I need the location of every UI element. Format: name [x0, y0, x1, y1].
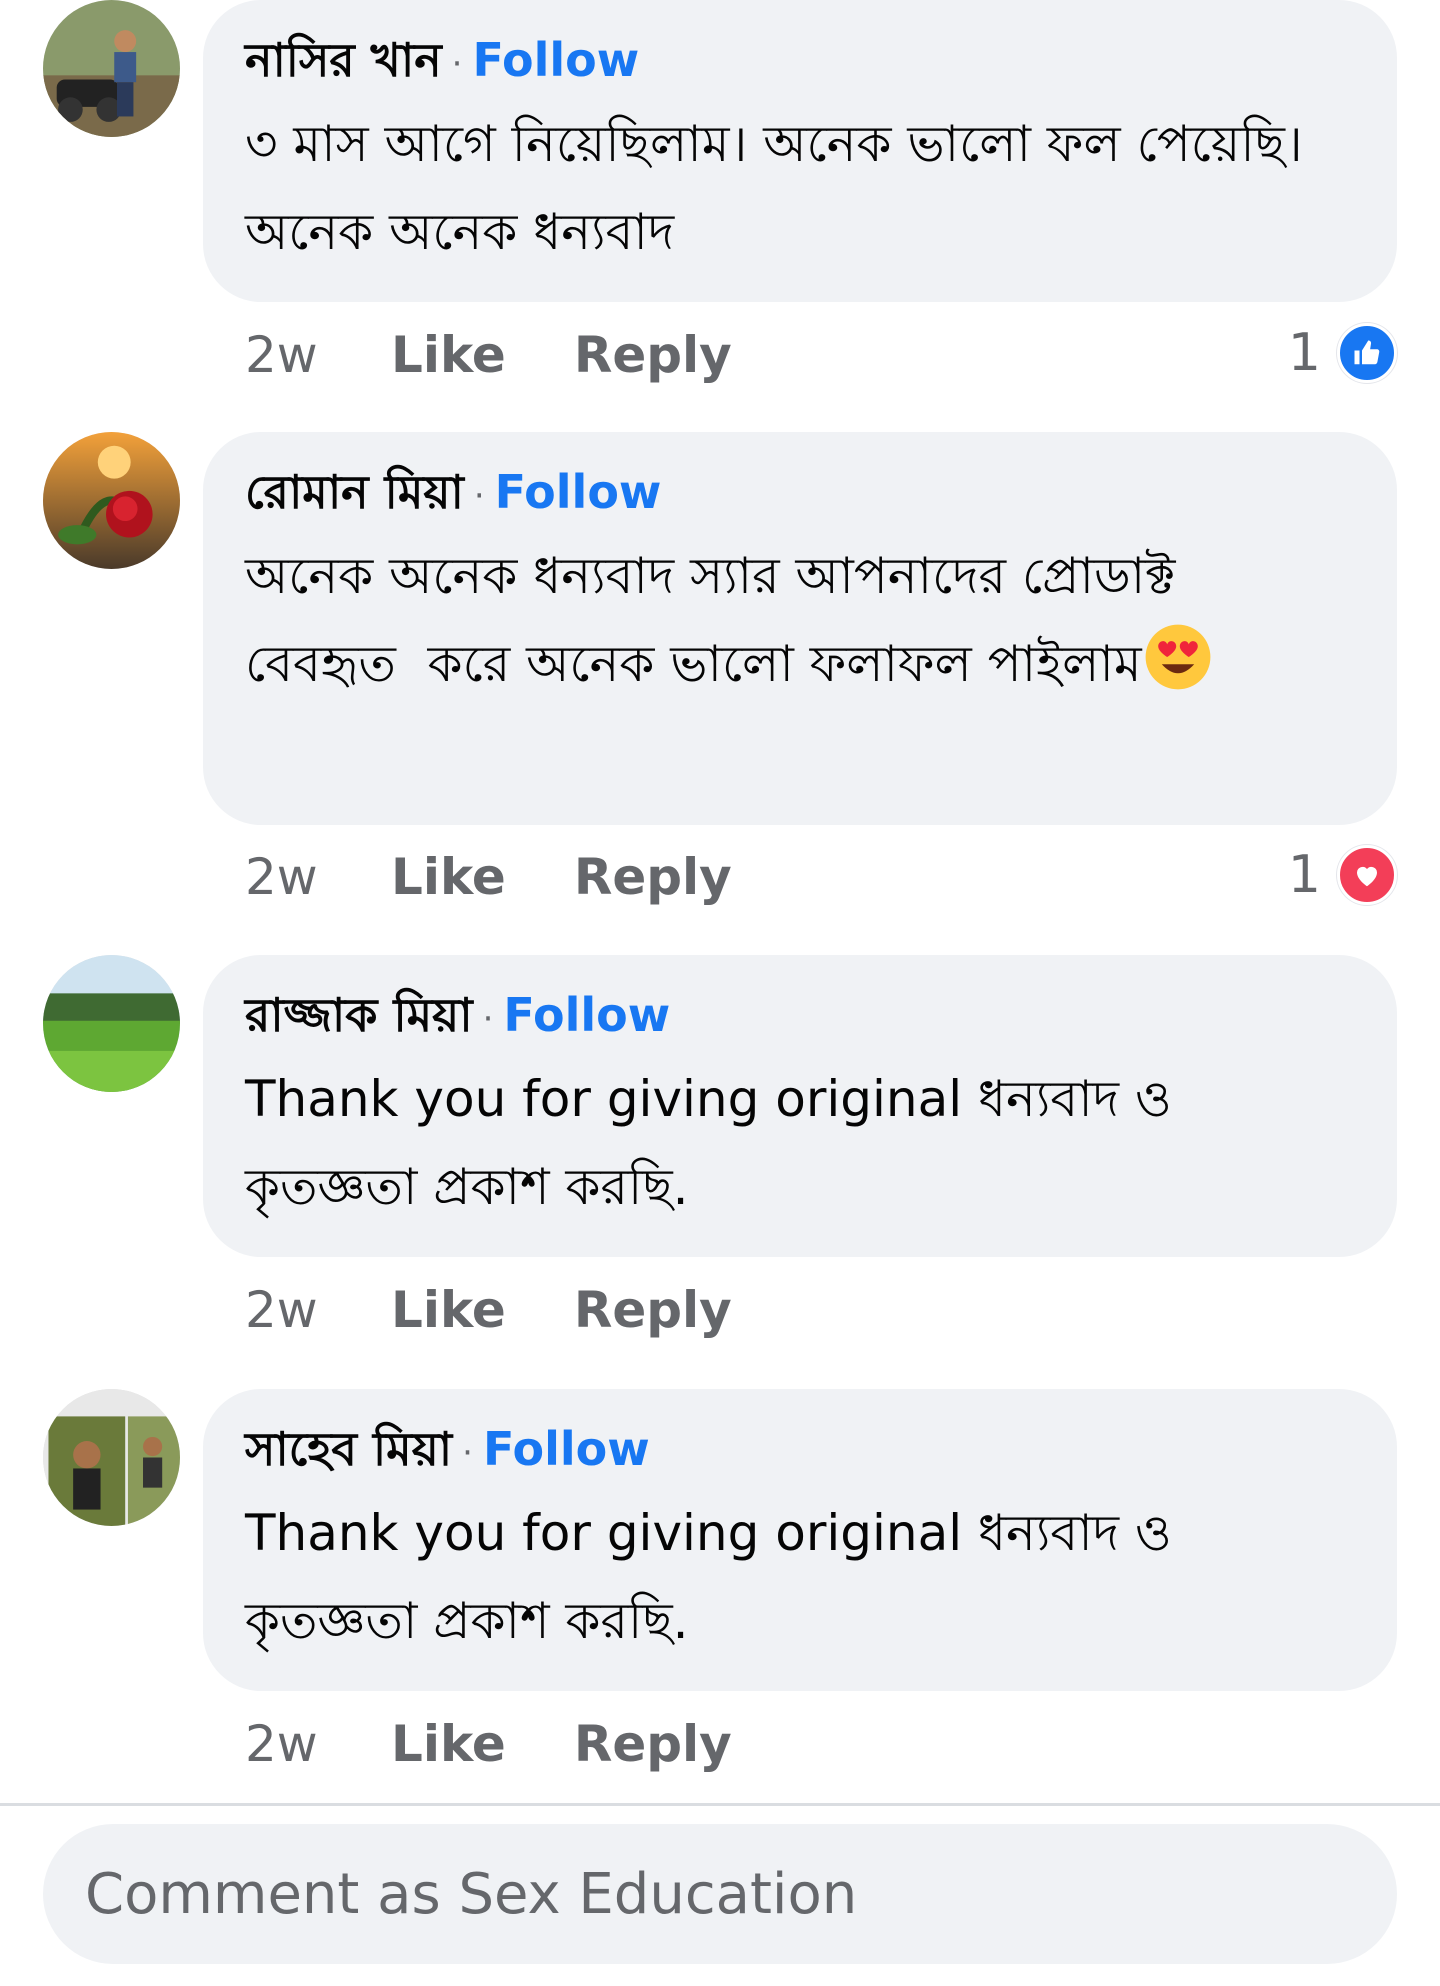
comment-header: রোমান মিয়া · Follow — [245, 460, 1355, 528]
reaction-count: 1 — [1287, 845, 1321, 905]
reply-button[interactable]: Reply — [574, 320, 732, 390]
comment-text: Thank you for giving original ধন্যবাদ ও … — [245, 1069, 1188, 1216]
comment-time[interactable]: 2w — [245, 1709, 391, 1779]
comment-text-body: অনেক অনেক ধন্যবাদ স্যার আপনাদের প্রোডাক্… — [245, 546, 1208, 693]
like-icon — [1337, 323, 1397, 383]
comment-header: রাজ্জাক মিয়া · Follow — [245, 983, 1355, 1051]
separator-dot: · — [473, 475, 485, 516]
follow-button[interactable]: Follow — [503, 988, 670, 1042]
avatar[interactable] — [43, 432, 180, 569]
comment-time[interactable]: 2w — [245, 1275, 391, 1345]
comment-text: অনেক অনেক ধন্যবাদ স্যার আপনাদের প্রোডাক্… — [245, 532, 1355, 720]
reply-button[interactable]: Reply — [574, 1275, 732, 1345]
comment-bubble: সাহেব মিয়া · Follow Thank you for giving … — [203, 1389, 1397, 1691]
comment-bubble: রাজ্জাক মিয়া · Follow Thank you for givin… — [203, 955, 1397, 1257]
love-icon — [1337, 845, 1397, 905]
reply-button[interactable]: Reply — [574, 1709, 732, 1779]
author-name[interactable]: নাসির খান — [245, 33, 442, 87]
follow-button[interactable]: Follow — [495, 465, 662, 519]
comment-time[interactable]: 2w — [245, 842, 391, 912]
comment-actions: 2w Like Reply — [245, 842, 800, 912]
follow-button[interactable]: Follow — [483, 1422, 650, 1476]
comment-input-placeholder: Comment as Sex Education — [85, 1861, 858, 1927]
comment-bubble: নাসির খান · Follow ৩ মাস আগে নিয়েছিলাম। অ… — [203, 0, 1397, 302]
heart-eyes-emoji — [1142, 621, 1214, 720]
author-name[interactable]: সাহেব মিয়া — [245, 1422, 452, 1476]
comment-input[interactable]: Comment as Sex Education — [43, 1824, 1397, 1964]
author-name[interactable]: রাজ্জাক মিয়া — [245, 988, 473, 1042]
comment-actions: 2w Like Reply — [245, 320, 800, 390]
divider — [0, 1803, 1440, 1806]
reaction-summary[interactable]: 1 — [1288, 318, 1397, 388]
comment-time[interactable]: 2w — [245, 320, 391, 390]
like-button[interactable]: Like — [391, 1709, 506, 1779]
avatar[interactable] — [43, 955, 180, 1092]
comment-actions: 2w Like Reply — [245, 1275, 800, 1345]
avatar-image — [43, 432, 180, 569]
comment-bubble: রোমান মিয়া · Follow অনেক অনেক ধন্যবাদ স্য… — [203, 432, 1397, 825]
separator-dot: · — [462, 1432, 473, 1473]
follow-button[interactable]: Follow — [472, 33, 639, 87]
comment-text: Thank you for giving original ধন্যবাদ ও … — [245, 1503, 1188, 1650]
reply-button[interactable]: Reply — [574, 842, 732, 912]
avatar[interactable] — [43, 1389, 180, 1526]
comment-header: নাসির খান · Follow — [245, 28, 1355, 96]
comment-actions: 2w Like Reply — [245, 1709, 800, 1779]
separator-dot: · — [451, 43, 463, 84]
avatar-image — [43, 955, 180, 1092]
like-button[interactable]: Like — [391, 842, 506, 912]
like-button[interactable]: Like — [391, 1275, 506, 1345]
reaction-count: 1 — [1287, 323, 1321, 383]
like-button[interactable]: Like — [391, 320, 506, 390]
separator-dot: · — [482, 998, 494, 1039]
avatar-image — [43, 0, 180, 137]
reaction-summary[interactable]: 1 — [1288, 840, 1397, 910]
comment-text: ৩ মাস আগে নিয়েছিলাম। অনেক ভালো ফল পেয়ে… — [245, 114, 1335, 261]
avatar[interactable] — [43, 0, 180, 137]
avatar-image — [43, 1389, 180, 1526]
comment-header: সাহেব মিয়া · Follow — [245, 1417, 1355, 1485]
author-name[interactable]: রোমান মিয়া — [245, 465, 464, 519]
